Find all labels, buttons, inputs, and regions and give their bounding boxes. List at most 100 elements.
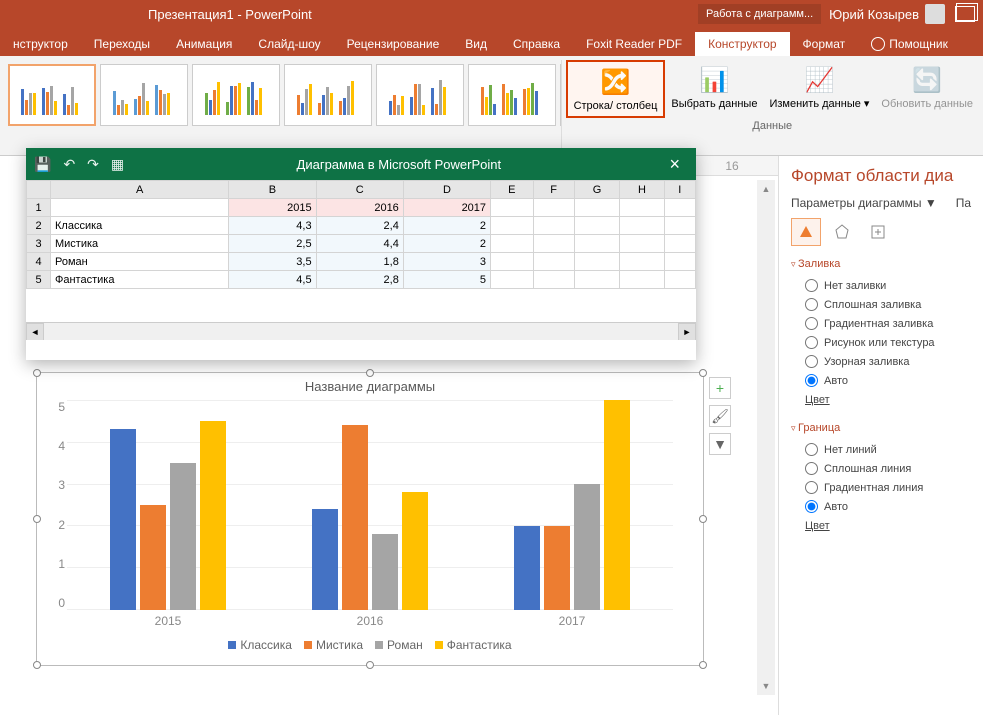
scroll-right-icon[interactable]: ► xyxy=(678,323,696,340)
avatar[interactable] xyxy=(925,4,945,24)
chart-title[interactable]: Название диаграммы xyxy=(37,373,703,400)
resize-handle[interactable] xyxy=(366,661,374,669)
undo-icon[interactable]: ↶ xyxy=(63,156,75,173)
radio-option[interactable]: Нет заливки xyxy=(791,276,971,295)
cell[interactable]: 2,4 xyxy=(316,217,403,235)
cell[interactable]: 1,8 xyxy=(316,253,403,271)
cell[interactable]: Фантастика xyxy=(51,271,229,289)
format-pane[interactable]: Формат области диа Параметры диаграммы ▼… xyxy=(778,156,983,715)
legend-item[interactable]: Фантастика xyxy=(435,638,512,652)
cell[interactable]: 4,3 xyxy=(229,217,316,235)
cell[interactable] xyxy=(620,199,664,217)
radio-option[interactable]: Авто xyxy=(791,371,971,390)
chart-style-4[interactable] xyxy=(284,64,372,126)
resize-handle[interactable] xyxy=(699,661,707,669)
chart-style-3[interactable] xyxy=(192,64,280,126)
cell[interactable]: 2 xyxy=(403,217,490,235)
cell[interactable] xyxy=(533,253,574,271)
col-header[interactable]: B xyxy=(229,181,316,199)
user-name[interactable]: Юрий Козырев xyxy=(829,7,919,22)
cell[interactable]: 2015 xyxy=(229,199,316,217)
bar-group[interactable] xyxy=(312,400,428,610)
excel-data-window[interactable]: 💾 ↶ ↷ ▦ Диаграмма в Microsoft PowerPoint… xyxy=(26,148,696,360)
chart-style-5[interactable] xyxy=(376,64,464,126)
cell[interactable] xyxy=(491,217,534,235)
chart-styles-gallery[interactable] xyxy=(0,60,561,151)
chart-style-6[interactable] xyxy=(468,64,556,126)
slide-scrollbar[interactable]: ▲ ▼ xyxy=(757,180,775,695)
tab-анимация[interactable]: Анимация xyxy=(163,32,245,56)
tab-переходы[interactable]: Переходы xyxy=(81,32,163,56)
bar[interactable] xyxy=(140,505,166,610)
cell[interactable] xyxy=(533,199,574,217)
fill-line-icon[interactable] xyxy=(791,218,821,246)
cell[interactable] xyxy=(620,253,664,271)
cell[interactable]: Мистика xyxy=(51,235,229,253)
cell[interactable]: Роман xyxy=(51,253,229,271)
chart-params-dropdown[interactable]: Параметры диаграммы ▼ xyxy=(791,196,937,210)
cell[interactable] xyxy=(533,217,574,235)
tab-слайд-шоу[interactable]: Слайд-шоу xyxy=(245,32,333,56)
cell[interactable]: 2017 xyxy=(403,199,490,217)
cell[interactable]: 4,4 xyxy=(316,235,403,253)
cell[interactable]: 2016 xyxy=(316,199,403,217)
spreadsheet[interactable]: ABCDEFGHI12015201620172Классика4,32,423М… xyxy=(26,180,696,340)
bar[interactable] xyxy=(200,421,226,610)
row-header[interactable]: 1 xyxy=(27,199,51,217)
legend-item[interactable]: Классика xyxy=(228,638,292,652)
cell[interactable] xyxy=(491,271,534,289)
legend-item[interactable]: Роман xyxy=(375,638,423,652)
scroll-up-icon[interactable]: ▲ xyxy=(757,180,775,198)
cell[interactable]: 2,5 xyxy=(229,235,316,253)
tab-справка[interactable]: Справка xyxy=(500,32,573,56)
cell[interactable]: 4,5 xyxy=(229,271,316,289)
col-header[interactable]: E xyxy=(491,181,534,199)
tab-рецензирование[interactable]: Рецензирование xyxy=(334,32,453,56)
cell[interactable]: 5 xyxy=(403,271,490,289)
cell[interactable] xyxy=(620,271,664,289)
bar[interactable] xyxy=(604,400,630,610)
bar-group[interactable] xyxy=(110,400,226,610)
excel-icon[interactable]: ▦ xyxy=(111,156,124,173)
radio-option[interactable]: Авто xyxy=(791,497,971,516)
col-header[interactable]: C xyxy=(316,181,403,199)
cell[interactable] xyxy=(491,199,534,217)
cell[interactable] xyxy=(620,217,664,235)
chart-style-1[interactable] xyxy=(8,64,96,126)
row-header[interactable]: 4 xyxy=(27,253,51,271)
select-data-button[interactable]: 📊 Выбрать данные xyxy=(665,60,763,118)
radio-option[interactable]: Сплошная линия xyxy=(791,459,971,478)
chart-legend[interactable]: КлассикаМистикаРоманФантастика xyxy=(37,638,703,652)
chart-plot-area[interactable]: 012345 xyxy=(67,400,673,610)
fill-color-link[interactable]: Цвет xyxy=(791,390,971,410)
resize-handle[interactable] xyxy=(699,515,707,523)
tab-формат[interactable]: Формат xyxy=(790,32,859,56)
bar[interactable] xyxy=(544,526,570,610)
radio-option[interactable]: Рисунок или текстура xyxy=(791,333,971,352)
fill-section-title[interactable]: Заливка xyxy=(791,258,971,270)
chart-style-2[interactable] xyxy=(100,64,188,126)
save-icon[interactable]: 💾 xyxy=(34,156,51,173)
bar[interactable] xyxy=(372,534,398,610)
tab-нструктор[interactable]: нструктор xyxy=(0,32,81,56)
cell[interactable] xyxy=(51,199,229,217)
chart-elements-button[interactable]: + xyxy=(709,377,731,399)
tab-вид[interactable]: Вид xyxy=(452,32,500,56)
cell[interactable]: 3 xyxy=(403,253,490,271)
excel-titlebar[interactable]: 💾 ↶ ↷ ▦ Диаграмма в Microsoft PowerPoint… xyxy=(26,148,696,180)
cell[interactable]: 3,5 xyxy=(229,253,316,271)
bar[interactable] xyxy=(402,492,428,610)
col-header[interactable]: G xyxy=(574,181,620,199)
tab-конструктор[interactable]: Конструктор xyxy=(695,32,789,56)
col-header[interactable]: H xyxy=(620,181,664,199)
border-color-link[interactable]: Цвет xyxy=(791,516,971,536)
cell[interactable] xyxy=(664,253,695,271)
cell[interactable] xyxy=(533,271,574,289)
cell[interactable] xyxy=(491,253,534,271)
select-all-cell[interactable] xyxy=(27,181,51,199)
edit-data-button[interactable]: 📈 Изменить данные ▾ xyxy=(763,60,875,118)
bar[interactable] xyxy=(170,463,196,610)
window-restore-icon[interactable] xyxy=(955,6,975,22)
bar[interactable] xyxy=(110,429,136,610)
radio-option[interactable]: Градиентная линия xyxy=(791,478,971,497)
